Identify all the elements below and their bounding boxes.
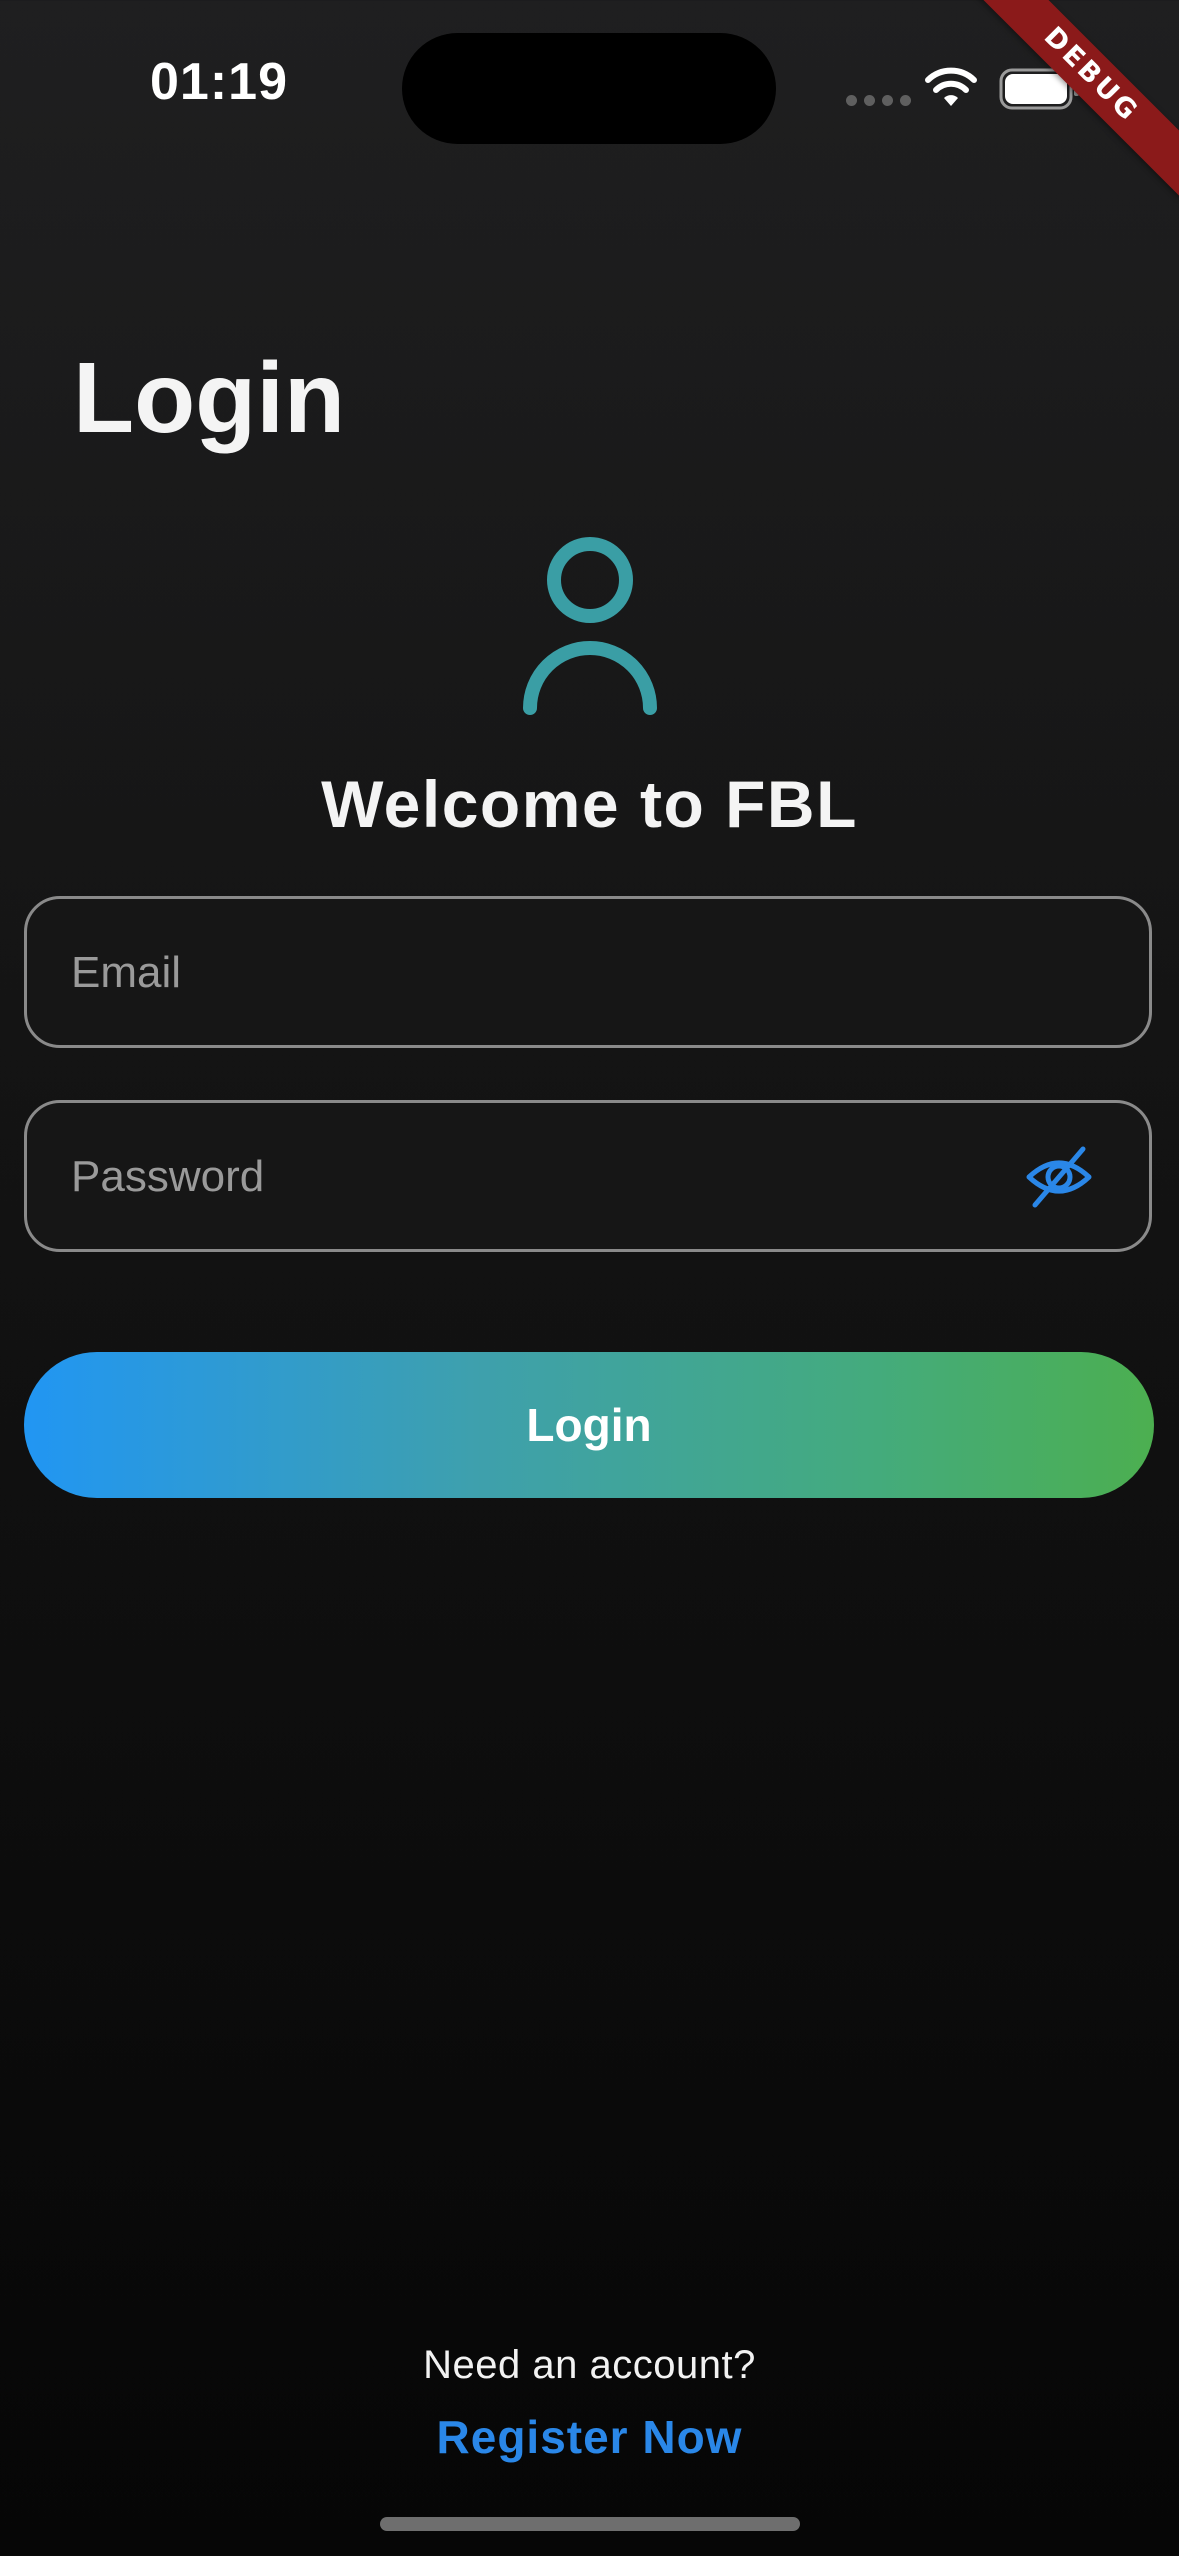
need-account-text: Need an account? — [423, 2343, 756, 2387]
welcome-heading: Welcome to FBL — [321, 767, 858, 841]
email-field-container — [24, 896, 1152, 1048]
visibility-off-icon[interactable] — [1025, 1143, 1093, 1211]
login-button[interactable]: Login — [24, 1352, 1154, 1498]
wifi-icon — [925, 67, 977, 106]
status-time: 01:19 — [150, 53, 288, 111]
email-field[interactable] — [69, 899, 973, 1047]
cellular-signal-icon — [846, 95, 911, 106]
home-indicator[interactable] — [380, 2517, 800, 2531]
person-outline-icon — [523, 537, 657, 715]
dynamic-island — [402, 33, 776, 144]
password-field[interactable] — [69, 1103, 973, 1251]
password-field-container — [24, 1100, 1152, 1252]
register-now-link[interactable]: Register Now — [0, 2410, 1179, 2464]
page-title: Login — [73, 342, 346, 454]
